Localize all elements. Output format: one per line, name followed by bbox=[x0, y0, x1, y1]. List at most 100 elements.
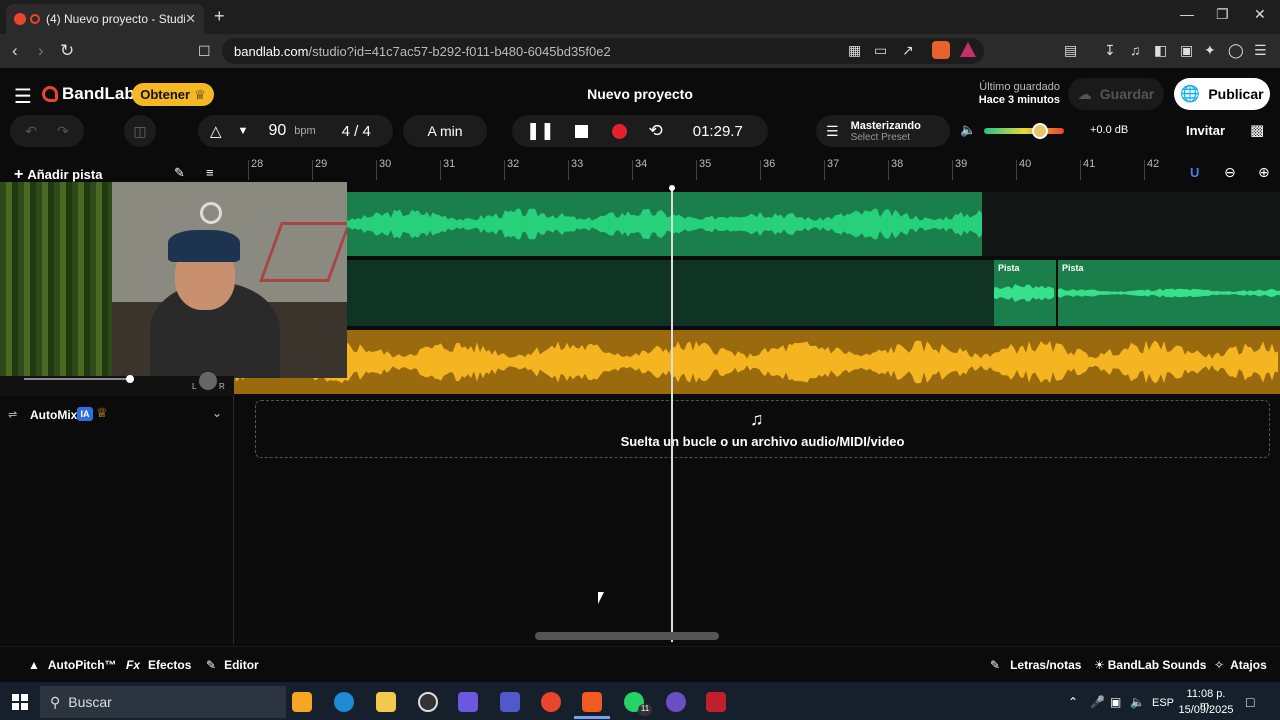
zoom-out-icon[interactable]: ⊖ bbox=[1224, 164, 1236, 181]
language-indicator[interactable]: ESP bbox=[1152, 697, 1174, 709]
brave-shield-icon[interactable] bbox=[932, 41, 950, 59]
time-signature[interactable]: 4 / 4 bbox=[342, 123, 371, 140]
track-3-clip[interactable] bbox=[234, 330, 1280, 394]
download-icon[interactable]: ↧ bbox=[1104, 42, 1116, 59]
copilot-icon[interactable] bbox=[458, 692, 478, 712]
chevron-down-icon[interactable]: ⌄ bbox=[212, 406, 222, 420]
track-volume-knob[interactable] bbox=[126, 375, 134, 383]
playhead-handle[interactable] bbox=[669, 185, 675, 191]
record-icon[interactable] bbox=[611, 123, 627, 139]
window-restore-button[interactable]: ❐ bbox=[1216, 6, 1229, 23]
invite-button[interactable]: Invitar bbox=[1186, 123, 1225, 138]
microphone-icon[interactable]: 🎤 bbox=[1090, 695, 1105, 709]
voicemeeter-icon[interactable] bbox=[706, 692, 726, 712]
share-icon[interactable]: ↗ bbox=[902, 42, 914, 59]
file-explorer-icon[interactable] bbox=[376, 692, 396, 712]
master-volume-slider[interactable] bbox=[984, 123, 1064, 139]
cast-icon[interactable]: ▭ bbox=[874, 42, 887, 59]
key-selector[interactable]: A min bbox=[403, 115, 487, 147]
project-title[interactable]: Nuevo proyecto bbox=[540, 86, 740, 102]
reader-mode-icon[interactable]: ▤ bbox=[1064, 42, 1077, 59]
edge-icon[interactable] bbox=[334, 692, 354, 712]
tray-chevron-icon[interactable]: ⌃ bbox=[1068, 695, 1078, 709]
metronome-icon[interactable]: △ bbox=[210, 122, 222, 140]
teams-icon[interactable] bbox=[500, 692, 520, 712]
obs-icon[interactable] bbox=[418, 692, 438, 712]
track-2-clip-2[interactable] bbox=[1058, 260, 1280, 326]
pan-knob[interactable] bbox=[199, 372, 217, 390]
chrome-icon[interactable] bbox=[541, 692, 561, 712]
vpn-icon[interactable]: ◯ bbox=[1228, 42, 1244, 59]
bar-number: 28 bbox=[251, 158, 264, 170]
track-2-empty-region[interactable] bbox=[346, 260, 994, 326]
playhead-line[interactable] bbox=[671, 188, 673, 642]
clock-date[interactable]: 15/09/2025 bbox=[1178, 704, 1234, 716]
snap-magnet-icon[interactable]: U bbox=[1190, 165, 1199, 180]
undo-icon[interactable]: ↶ bbox=[25, 123, 37, 140]
tab-title: (4) Nuevo proyecto - Studio bbox=[46, 12, 186, 26]
volume-icon[interactable]: 🔈 bbox=[1130, 695, 1145, 709]
horizontal-scrollbar[interactable] bbox=[535, 632, 719, 640]
forward-arrow-icon[interactable]: › bbox=[38, 41, 44, 61]
reload-icon[interactable]: ↻ bbox=[60, 41, 74, 61]
editor-button[interactable]: ✎ Editor bbox=[206, 658, 259, 672]
bookmark-icon[interactable]: ☐ bbox=[198, 43, 211, 60]
stop-icon[interactable] bbox=[574, 124, 588, 138]
track-view-icon[interactable]: ≡ bbox=[206, 165, 214, 180]
publish-button[interactable]: 🌐 Publicar bbox=[1174, 78, 1270, 110]
site-settings-icon[interactable]: ▦ bbox=[848, 42, 861, 59]
url-field[interactable]: bandlab.com/studio?id=41c7ac57-b292-f011… bbox=[222, 38, 984, 64]
track-1-empty-region[interactable] bbox=[982, 192, 1280, 256]
obtener-label: Obtener bbox=[140, 87, 191, 102]
mastering-button[interactable]: ☰ Masterizando Select Preset bbox=[816, 115, 950, 147]
redo-icon[interactable]: ↷ bbox=[57, 123, 69, 140]
lyrics-notes-button[interactable]: ✎ Letras/notas bbox=[990, 658, 1081, 672]
automation-icon[interactable]: ✎ bbox=[174, 165, 185, 181]
shortcuts-button[interactable]: ✧ Atajos bbox=[1214, 658, 1267, 672]
pause-icon[interactable]: ❚❚ bbox=[526, 121, 555, 141]
metronome-dropdown-icon[interactable]: ▼ bbox=[238, 125, 249, 137]
save-button[interactable]: ☁ Guardar bbox=[1068, 78, 1164, 110]
bar-tick-line bbox=[1016, 160, 1017, 180]
brave-rewards-icon[interactable] bbox=[960, 42, 976, 57]
automix-label[interactable]: AutoMix bbox=[30, 408, 77, 422]
obtener-membership-button[interactable]: Obtener ♕ bbox=[132, 83, 214, 106]
network-icon[interactable]: ▣ bbox=[1110, 695, 1121, 709]
browser-menu-icon[interactable]: ☰ bbox=[1254, 42, 1267, 59]
autopitch-button[interactable]: ▲ AutoPitch™ bbox=[28, 658, 117, 672]
wallet-icon[interactable]: ▣ bbox=[1180, 42, 1193, 59]
bar-tick-line bbox=[1080, 160, 1081, 180]
bar-number: 29 bbox=[315, 158, 328, 170]
store-icon[interactable] bbox=[292, 692, 312, 712]
mixer-toggle-button[interactable]: ◫ bbox=[124, 115, 156, 147]
brave-icon[interactable] bbox=[582, 692, 602, 712]
browser-tab[interactable]: (4) Nuevo proyecto - Studio ✕ bbox=[6, 4, 204, 34]
track-volume-slider[interactable] bbox=[24, 378, 130, 380]
tempo-value[interactable]: 90 bbox=[268, 122, 286, 140]
bandlab-sounds-button[interactable]: ☀ BandLab Sounds bbox=[1094, 658, 1206, 672]
back-arrow-icon[interactable]: ‹ bbox=[12, 41, 18, 61]
new-tab-button[interactable]: + bbox=[214, 6, 225, 27]
taskbar-search[interactable]: ⚲ Buscar bbox=[40, 686, 286, 718]
hamburger-menu-icon[interactable]: ☰ bbox=[14, 84, 32, 109]
tab-close-icon[interactable]: ✕ bbox=[185, 11, 196, 27]
window-close-button[interactable]: ✕ bbox=[1254, 6, 1266, 23]
messenger-icon[interactable] bbox=[666, 692, 686, 712]
windows-start-icon[interactable] bbox=[12, 694, 28, 710]
effects-button[interactable]: Fx Efectos bbox=[126, 658, 191, 672]
bar-tick-line bbox=[632, 160, 633, 180]
zoom-in-icon[interactable]: ⊕ bbox=[1258, 164, 1270, 181]
sidebar-icon[interactable]: ◧ bbox=[1154, 42, 1167, 59]
notifications-icon[interactable]: □ bbox=[1246, 694, 1254, 710]
window-minimize-button[interactable]: — bbox=[1180, 6, 1194, 22]
media-icon[interactable]: ♫ bbox=[1130, 42, 1141, 58]
loop-icon[interactable]: ⟲ bbox=[649, 121, 663, 141]
shortcuts-label: Atajos bbox=[1230, 658, 1267, 672]
master-volume-knob[interactable] bbox=[1032, 123, 1048, 139]
speaker-icon[interactable]: 🔈 bbox=[960, 122, 976, 138]
track-1-clip[interactable] bbox=[346, 192, 982, 256]
pan-right-label: R bbox=[219, 382, 225, 391]
gift-icon[interactable]: ▩ bbox=[1250, 121, 1264, 139]
bandlab-logo-text[interactable]: BandLab bbox=[62, 84, 135, 104]
leo-ai-icon[interactable]: ✦ bbox=[1204, 42, 1216, 59]
